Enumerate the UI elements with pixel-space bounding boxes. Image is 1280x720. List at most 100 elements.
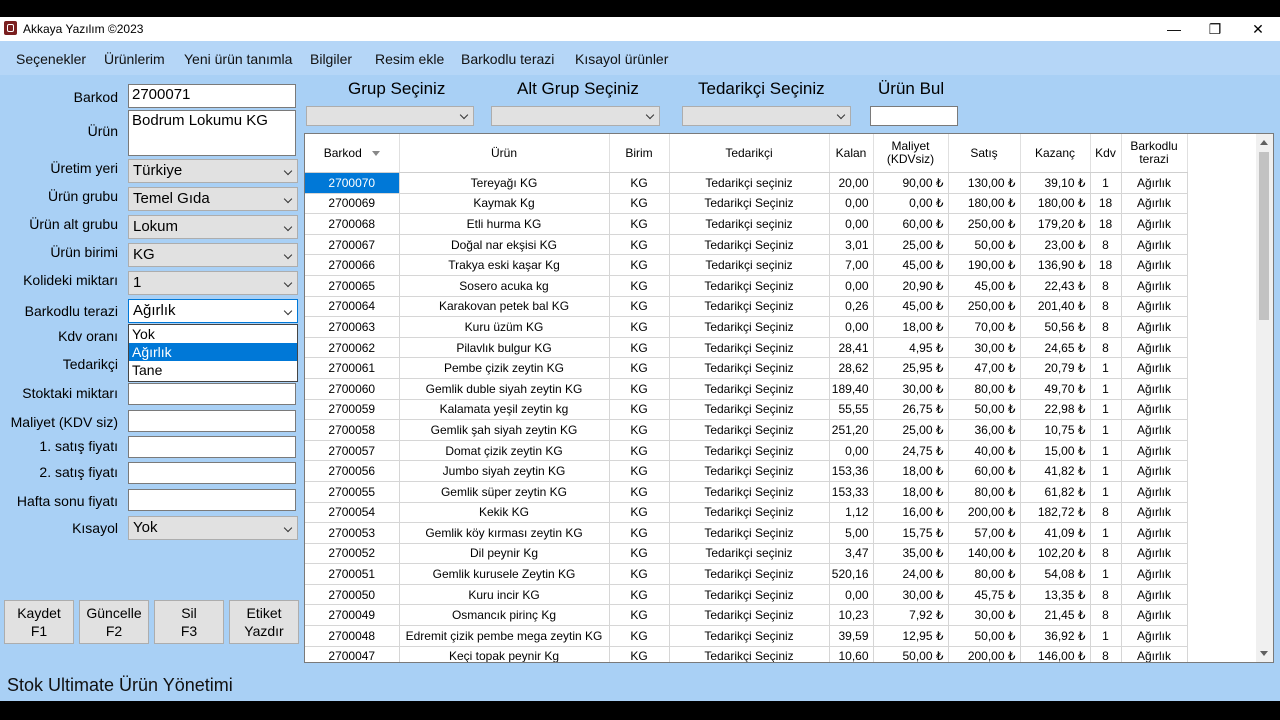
table-cell[interactable]: 102,20 ₺ xyxy=(1020,543,1091,565)
table-cell[interactable]: KG xyxy=(609,193,670,215)
hafta-sonu-input[interactable] xyxy=(128,489,296,511)
table-cell[interactable]: 182,72 ₺ xyxy=(1020,502,1091,524)
header-maliyet[interactable]: Maliyet (KDVsiz) xyxy=(873,134,949,173)
grup-filter-select[interactable] xyxy=(306,106,474,126)
table-cell[interactable]: 15,00 ₺ xyxy=(1020,440,1091,462)
vertical-scrollbar[interactable] xyxy=(1256,134,1273,662)
table-cell[interactable]: 153,33 xyxy=(829,481,874,503)
table-cell[interactable]: Ağırlık xyxy=(1121,604,1188,627)
scroll-down-icon[interactable] xyxy=(1260,651,1268,656)
minimize-icon[interactable]: — xyxy=(1152,19,1196,39)
kolideki-miktar-select[interactable]: 1 xyxy=(128,271,298,295)
table-cell[interactable]: Ağırlık xyxy=(1121,481,1188,503)
table-cell[interactable]: 1 xyxy=(1090,522,1122,544)
table-cell[interactable]: 20,79 ₺ xyxy=(1020,357,1091,379)
table-cell[interactable]: 18 xyxy=(1090,213,1122,235)
table-cell[interactable]: 4,95 ₺ xyxy=(873,337,949,359)
table-cell[interactable]: Dil peynir Kg xyxy=(399,543,610,565)
menu-kisayol-urunler[interactable]: Kısayol ürünler xyxy=(575,51,668,67)
table-cell[interactable]: KG xyxy=(609,275,670,297)
table-cell[interactable]: Tedarikçi seçiniz xyxy=(669,172,830,194)
table-row[interactable]: 2700065 Sosero acuka kg KG Tedarikçi Seçini… xyxy=(305,275,1188,297)
menu-yeni-urun[interactable]: Yeni ürün tanımla xyxy=(184,51,292,67)
table-cell[interactable]: Gemlik duble siyah zeytin KG xyxy=(399,378,610,400)
table-cell[interactable]: 0,00 xyxy=(829,275,874,297)
table-cell[interactable]: 35,00 ₺ xyxy=(873,543,949,565)
table-cell[interactable]: Gemlik köy kırması zeytin KG xyxy=(399,522,610,544)
table-cell[interactable]: Ağırlık xyxy=(1121,419,1188,441)
table-cell[interactable]: Kuru incir KG xyxy=(399,584,610,606)
table-cell[interactable]: 180,00 ₺ xyxy=(1020,193,1091,215)
table-cell[interactable]: Ağırlık xyxy=(1121,296,1188,318)
table-cell[interactable]: 80,00 ₺ xyxy=(948,563,1021,585)
table-cell[interactable]: Tedarikçi Seçiniz xyxy=(669,193,830,215)
menu-resim-ekle[interactable]: Resim ekle xyxy=(375,51,444,67)
table-row[interactable]: 2700062 Pilavlık bulgur KG KG Tedarikçi Seç… xyxy=(305,337,1188,359)
table-cell[interactable]: Doğal nar ekşisi KG xyxy=(399,234,610,256)
table-cell[interactable]: 180,00 ₺ xyxy=(948,193,1021,215)
table-cell[interactable]: Ağırlık xyxy=(1121,543,1188,565)
table-row[interactable]: 2700049 Osmancık pirinç Kg KG Tedarikçi Seç… xyxy=(305,604,1188,627)
table-cell[interactable]: 18,00 ₺ xyxy=(873,481,949,503)
table-cell[interactable]: 1 xyxy=(1090,378,1122,400)
table-cell[interactable]: 90,00 ₺ xyxy=(873,172,949,194)
table-cell[interactable]: 190,00 ₺ xyxy=(948,254,1021,276)
table-row[interactable]: 2700064 Karakovan petek bal KG KG Tedarikçi… xyxy=(305,296,1188,318)
table-cell[interactable]: Tedarikçi Seçiniz xyxy=(669,584,830,606)
table-cell[interactable]: 251,20 xyxy=(829,419,874,441)
table-cell[interactable]: 60,00 ₺ xyxy=(948,460,1021,482)
table-cell[interactable]: KG xyxy=(609,316,670,338)
table-cell[interactable]: 61,82 ₺ xyxy=(1020,481,1091,503)
table-cell[interactable]: 2700062 xyxy=(305,337,400,359)
table-cell[interactable]: 2700048 xyxy=(305,625,400,647)
table-cell[interactable]: 50,00 ₺ xyxy=(948,399,1021,421)
table-cell[interactable]: 13,35 ₺ xyxy=(1020,584,1091,606)
table-cell[interactable]: Ağırlık xyxy=(1121,399,1188,421)
table-cell[interactable]: 250,00 ₺ xyxy=(948,296,1021,318)
table-cell[interactable]: 179,20 ₺ xyxy=(1020,213,1091,235)
table-cell[interactable]: KG xyxy=(609,543,670,565)
table-row[interactable]: 2700054 Kekik KG KG Tedarikçi Seçiniz 1,12 16… xyxy=(305,502,1188,524)
menu-barkodlu-terazi[interactable]: Barkodlu terazi xyxy=(461,51,554,67)
table-cell[interactable]: 18 xyxy=(1090,254,1122,276)
table-cell[interactable]: Tedarikçi Seçiniz xyxy=(669,378,830,400)
table-cell[interactable]: 47,00 ₺ xyxy=(948,357,1021,379)
table-cell[interactable]: 250,00 ₺ xyxy=(948,213,1021,235)
table-cell[interactable]: Jumbo siyah zeytin KG xyxy=(399,460,610,482)
header-urun[interactable]: Ürün xyxy=(399,134,610,173)
table-cell[interactable]: 200,00 ₺ xyxy=(948,502,1021,524)
table-cell[interactable]: KG xyxy=(609,399,670,421)
table-cell[interactable]: Tedarikçi Seçiniz xyxy=(669,460,830,482)
table-cell[interactable]: 41,82 ₺ xyxy=(1020,460,1091,482)
table-cell[interactable]: KG xyxy=(609,481,670,503)
table-cell[interactable]: Ağırlık xyxy=(1121,502,1188,524)
menu-bilgiler[interactable]: Bilgiler xyxy=(310,51,352,67)
table-cell[interactable]: 50,00 ₺ xyxy=(948,625,1021,647)
dropdown-option-agirlik[interactable]: Ağırlık xyxy=(129,343,297,361)
table-cell[interactable]: 2700065 xyxy=(305,275,400,297)
table-cell[interactable]: 80,00 ₺ xyxy=(948,481,1021,503)
table-cell[interactable]: 50,00 ₺ xyxy=(873,646,949,662)
table-cell[interactable]: Tedarikçi Seçiniz xyxy=(669,296,830,318)
table-cell[interactable]: Edremit çizik pembe mega zeytin KG xyxy=(399,625,610,647)
table-cell[interactable]: 8 xyxy=(1090,584,1122,606)
table-cell[interactable]: 26,75 ₺ xyxy=(873,399,949,421)
table-cell[interactable]: KG xyxy=(609,419,670,441)
table-cell[interactable]: Domat çizik zeytin KG xyxy=(399,440,610,462)
table-cell[interactable]: Ağırlık xyxy=(1121,234,1188,256)
satis2-input[interactable] xyxy=(128,462,296,484)
table-cell[interactable]: Tedarikçi Seçiniz xyxy=(669,234,830,256)
table-cell[interactable]: 3,47 xyxy=(829,543,874,565)
table-cell[interactable]: 2700053 xyxy=(305,522,400,544)
table-cell[interactable]: 2700070 xyxy=(305,172,400,194)
table-cell[interactable]: 8 xyxy=(1090,316,1122,338)
header-birim[interactable]: Birim xyxy=(609,134,670,173)
table-cell[interactable]: 39,59 xyxy=(829,625,874,647)
table-row[interactable]: 2700063 Kuru üzüm KG KG Tedarikçi Seçiniz 0,… xyxy=(305,316,1188,338)
table-cell[interactable]: KG xyxy=(609,440,670,462)
table-cell[interactable]: 45,00 ₺ xyxy=(873,254,949,276)
table-cell[interactable]: 130,00 ₺ xyxy=(948,172,1021,194)
table-cell[interactable]: Gemlik şah siyah zeytin KG xyxy=(399,419,610,441)
table-cell[interactable]: 2700051 xyxy=(305,563,400,585)
table-cell[interactable]: Kekik KG xyxy=(399,502,610,524)
